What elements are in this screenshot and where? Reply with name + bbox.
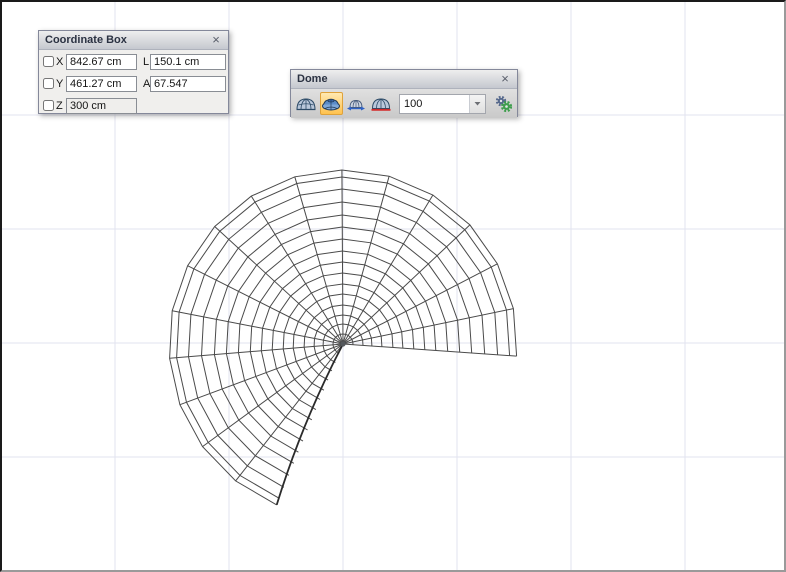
z-label: Z	[56, 98, 63, 114]
z-checkbox[interactable]	[43, 100, 54, 111]
y-label: Y	[56, 76, 63, 92]
dome-red-base-icon	[371, 97, 391, 111]
dome-ribbed-icon	[296, 97, 316, 111]
dome-count-input[interactable]	[400, 95, 469, 113]
x-checkbox[interactable]	[43, 56, 54, 67]
dome-ribbed-button[interactable]	[295, 92, 318, 115]
coordinate-box-titlebar[interactable]: Coordinate Box ×	[39, 31, 228, 50]
coordinate-box-title: Coordinate Box	[45, 31, 209, 49]
x-value-field[interactable]	[66, 54, 137, 70]
dome-toolbar-title: Dome	[297, 70, 498, 88]
y-value-field[interactable]	[66, 76, 137, 92]
l-label: L	[143, 54, 149, 70]
z-value-field[interactable]	[66, 98, 137, 114]
dome-toolbar-panel: Dome ×	[290, 69, 518, 117]
chevron-down-icon	[474, 101, 481, 106]
dome-count-combobox	[399, 94, 486, 114]
dome-toolbar-body	[291, 89, 517, 118]
x-label: X	[56, 54, 63, 70]
app-window: Coordinate Box × X L Y A Z Dome ×	[0, 0, 786, 572]
coordinate-box-panel: Coordinate Box × X L Y A Z	[38, 30, 229, 114]
dome-toolbar-titlebar[interactable]: Dome ×	[291, 70, 517, 89]
a-value-field[interactable]	[150, 76, 226, 92]
dome-red-base-button[interactable]	[369, 92, 392, 115]
l-value-field[interactable]	[150, 54, 226, 70]
dome-settings-button[interactable]	[493, 92, 514, 115]
close-icon[interactable]: ×	[498, 72, 512, 86]
combo-dropdown-button[interactable]	[469, 95, 485, 113]
close-icon[interactable]: ×	[209, 33, 223, 47]
dome-translate-icon	[346, 97, 366, 111]
dome-3d-blue-button[interactable]	[320, 92, 343, 115]
dome-3d-blue-icon	[321, 97, 341, 111]
gears-icon	[494, 95, 513, 113]
coordinate-box-body: X L Y A Z	[39, 50, 228, 114]
y-checkbox[interactable]	[43, 78, 54, 89]
dome-translate-button[interactable]	[345, 92, 368, 115]
